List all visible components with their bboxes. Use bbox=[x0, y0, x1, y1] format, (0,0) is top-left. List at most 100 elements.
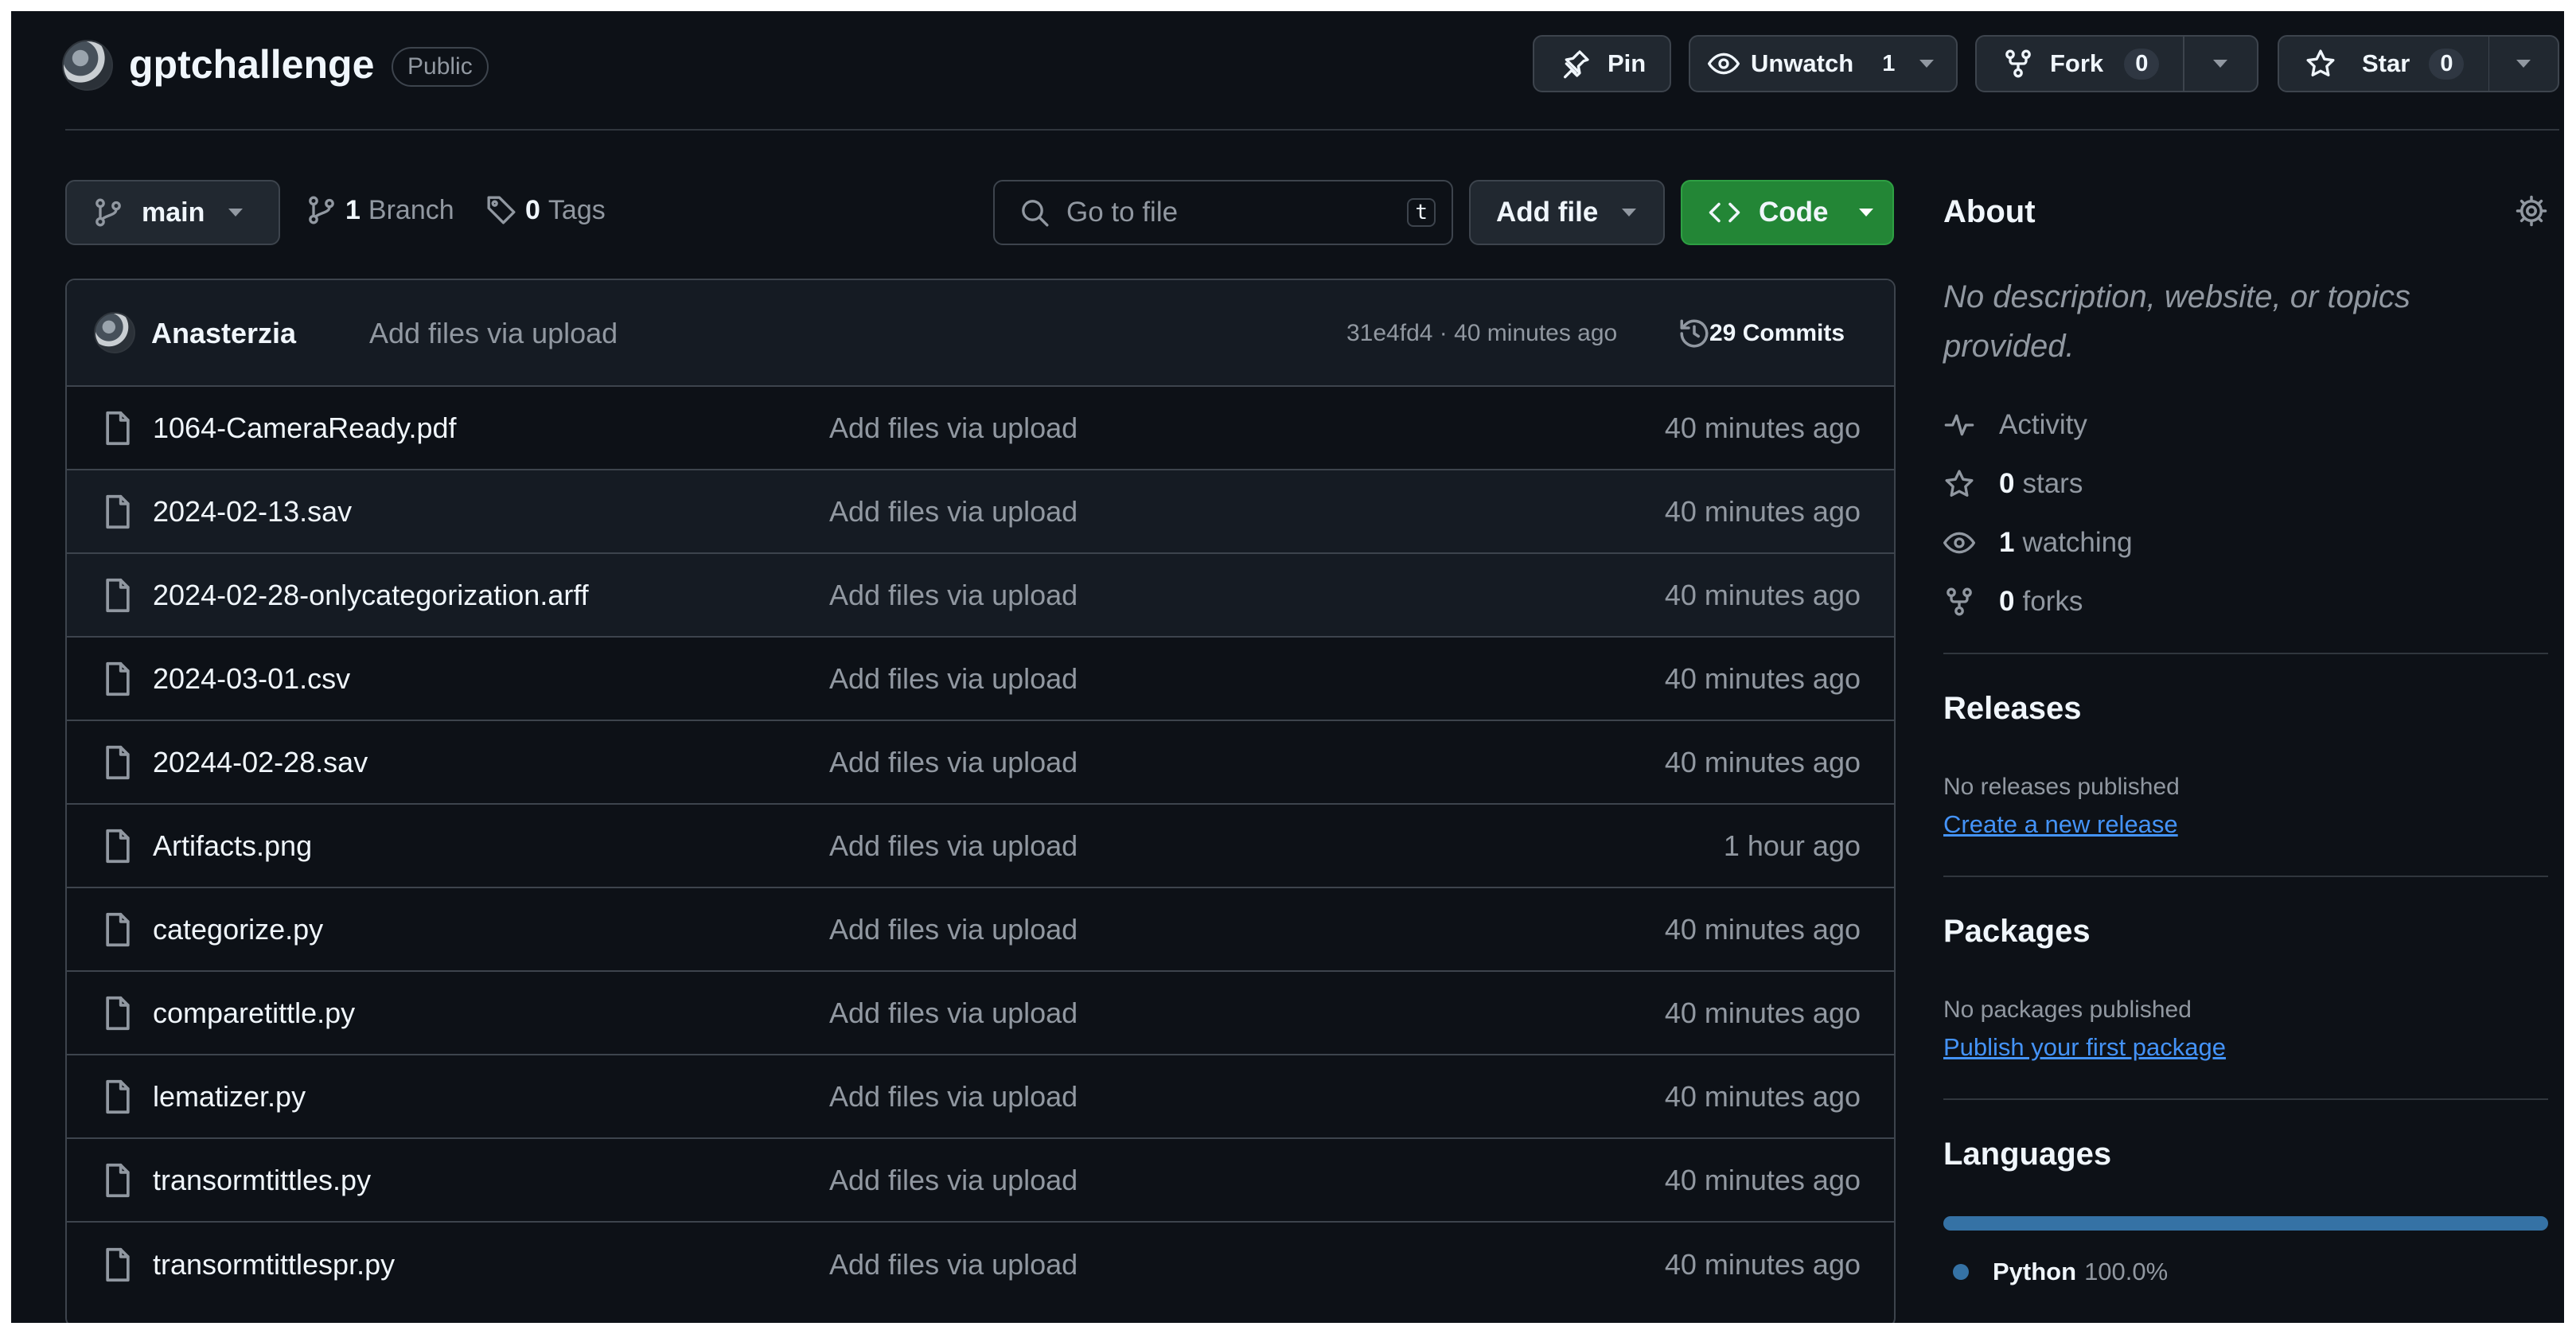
file-commit-age: 40 minutes ago bbox=[1664, 411, 1861, 444]
file-commit-message[interactable]: Add files via upload bbox=[829, 412, 1078, 445]
caret-down-icon bbox=[1919, 60, 1934, 68]
unwatch-button[interactable]: Unwatch 1 bbox=[1690, 37, 1897, 91]
file-commit-message[interactable]: Add files via upload bbox=[829, 997, 1078, 1030]
commit-hash-time[interactable]: 31e4fd4 · 40 minutes ago bbox=[1346, 320, 1617, 347]
code-button[interactable]: Code bbox=[1681, 180, 1894, 245]
fork-icon bbox=[1943, 586, 1978, 618]
file-row[interactable]: transormtittlespr.py Add files via upload… bbox=[67, 1223, 1894, 1306]
code-icon bbox=[1708, 196, 1741, 229]
fork-icon bbox=[2002, 48, 2034, 80]
create-release-link[interactable]: Create a new release bbox=[1943, 810, 2178, 839]
file-name[interactable]: lematizer.py bbox=[153, 1080, 306, 1114]
search-icon bbox=[1019, 197, 1050, 228]
unwatch-dropdown[interactable] bbox=[1897, 37, 1956, 91]
file-row[interactable]: 20244-02-28.sav Add files via upload 40 mi… bbox=[67, 721, 1894, 805]
branch-select[interactable]: main bbox=[65, 180, 280, 245]
packages-title[interactable]: Packages bbox=[1943, 914, 2091, 950]
activity-link[interactable]: Activity bbox=[1943, 409, 2087, 441]
file-row[interactable]: 2024-03-01.csv Add files via upload 40 min… bbox=[67, 638, 1894, 721]
unwatch-button-group: Unwatch 1 bbox=[1689, 35, 1958, 92]
file-name[interactable]: 20244-02-28.sav bbox=[153, 746, 368, 779]
commits-link[interactable]: 29 Commits bbox=[1709, 320, 1845, 347]
file-list: 1064-CameraReady.pdf Add files via upload… bbox=[67, 387, 1894, 1306]
branches-link[interactable]: 1 Branch bbox=[306, 194, 454, 226]
file-icon bbox=[102, 661, 134, 696]
add-file-button[interactable]: Add file bbox=[1469, 180, 1665, 245]
forks-label: forks bbox=[2022, 586, 2083, 617]
file-icon bbox=[102, 1079, 134, 1114]
star-dropdown[interactable] bbox=[2489, 37, 2558, 91]
file-commit-age: 40 minutes ago bbox=[1664, 745, 1861, 778]
file-row[interactable]: 2024-02-13.sav Add files via upload 40 min… bbox=[67, 470, 1894, 554]
commit-message[interactable]: Add files via upload bbox=[369, 317, 618, 350]
forks-count: 0 bbox=[1999, 586, 2015, 617]
search-shortcut-key: t bbox=[1407, 197, 1436, 228]
file-row[interactable]: categorize.py Add files via upload 40 minu… bbox=[67, 888, 1894, 972]
go-to-file-placeholder: Go to file bbox=[1066, 197, 1179, 228]
activity-label: Activity bbox=[1999, 409, 2087, 440]
caret-down-icon bbox=[228, 209, 244, 216]
file-row[interactable]: 1064-CameraReady.pdf Add files via upload… bbox=[67, 387, 1894, 470]
publish-package-link[interactable]: Publish your first package bbox=[1943, 1033, 2226, 1062]
tags-link[interactable]: 0 Tags bbox=[485, 194, 606, 226]
caret-down-icon bbox=[1622, 209, 1637, 216]
file-commit-message[interactable]: Add files via upload bbox=[829, 1164, 1078, 1197]
file-name[interactable]: transormtittles.py bbox=[153, 1164, 371, 1197]
file-name[interactable]: 2024-02-13.sav bbox=[153, 495, 352, 529]
file-commit-age: 40 minutes ago bbox=[1664, 661, 1861, 695]
file-commit-message[interactable]: Add files via upload bbox=[829, 913, 1078, 946]
file-icon bbox=[102, 494, 134, 529]
forks-link[interactable]: 0 forks bbox=[1943, 586, 2083, 618]
file-commit-message[interactable]: Add files via upload bbox=[829, 495, 1078, 529]
file-row[interactable]: Artifacts.png Add files via upload 1 hour … bbox=[67, 805, 1894, 888]
history-icon bbox=[1678, 317, 1711, 350]
star-button[interactable]: Star 0 bbox=[2279, 37, 2488, 91]
pulse-icon bbox=[1943, 409, 1978, 441]
owner-avatar[interactable] bbox=[62, 40, 113, 91]
file-commit-message[interactable]: Add files via upload bbox=[829, 662, 1078, 696]
author-avatar[interactable] bbox=[94, 312, 135, 353]
language-bar-python bbox=[1943, 1216, 2548, 1231]
file-row[interactable]: 2024-02-28-onlycategorization.arff Add fi… bbox=[67, 554, 1894, 638]
file-table: Anasterzia Add files via upload 31e4fd4 … bbox=[65, 279, 1896, 1323]
stars-link[interactable]: 0 stars bbox=[1943, 468, 2083, 500]
file-name[interactable]: 1064-CameraReady.pdf bbox=[153, 412, 457, 445]
file-commit-age: 40 minutes ago bbox=[1664, 494, 1861, 528]
repo-name[interactable]: gptchallenge bbox=[129, 41, 374, 88]
go-to-file-input[interactable]: Go to file t bbox=[993, 180, 1453, 245]
fork-dropdown[interactable] bbox=[2184, 37, 2257, 91]
pin-label: Pin bbox=[1608, 49, 1647, 77]
file-commit-message[interactable]: Add files via upload bbox=[829, 1248, 1078, 1281]
file-name[interactable]: 2024-03-01.csv bbox=[153, 662, 350, 696]
file-name[interactable]: 2024-02-28-onlycategorization.arff bbox=[153, 579, 589, 612]
commit-author[interactable]: Anasterzia bbox=[151, 317, 296, 350]
star-icon bbox=[1943, 468, 1978, 500]
file-name[interactable]: comparetittle.py bbox=[153, 997, 355, 1030]
sidebar-divider bbox=[1943, 876, 2548, 877]
file-name[interactable]: categorize.py bbox=[153, 913, 323, 946]
file-row[interactable]: lematizer.py Add files via upload 40 minut… bbox=[67, 1055, 1894, 1139]
branch-label: Branch bbox=[368, 194, 454, 225]
file-commit-message[interactable]: Add files via upload bbox=[829, 1080, 1078, 1114]
header-divider bbox=[65, 129, 2559, 131]
about-description: No description, website, or topics provi… bbox=[1943, 279, 2410, 364]
file-commit-message[interactable]: Add files via upload bbox=[829, 829, 1078, 863]
file-row[interactable]: transormtittles.py Add files via upload 40… bbox=[67, 1139, 1894, 1223]
file-commit-message[interactable]: Add files via upload bbox=[829, 746, 1078, 779]
tag-label: Tags bbox=[548, 194, 606, 225]
file-row[interactable]: comparetittle.py Add files via upload 40 m… bbox=[67, 972, 1894, 1055]
file-name[interactable]: Artifacts.png bbox=[153, 829, 312, 863]
language-bar bbox=[1943, 1216, 2548, 1231]
code-label: Code bbox=[1759, 197, 1829, 228]
file-commit-age: 40 minutes ago bbox=[1664, 578, 1861, 611]
branch-count: 1 bbox=[345, 194, 360, 225]
fork-button[interactable]: Fork 0 bbox=[1977, 37, 2183, 91]
language-python[interactable]: Python 100.0% bbox=[1953, 1258, 2168, 1286]
file-name[interactable]: transormtittlespr.py bbox=[153, 1248, 395, 1281]
pin-button[interactable]: Pin bbox=[1533, 35, 1671, 92]
file-commit-age: 40 minutes ago bbox=[1664, 1079, 1861, 1113]
releases-title[interactable]: Releases bbox=[1943, 691, 2081, 727]
gear-icon[interactable] bbox=[2515, 194, 2548, 228]
file-commit-message[interactable]: Add files via upload bbox=[829, 579, 1078, 612]
watching-link[interactable]: 1 watching bbox=[1943, 527, 2133, 559]
